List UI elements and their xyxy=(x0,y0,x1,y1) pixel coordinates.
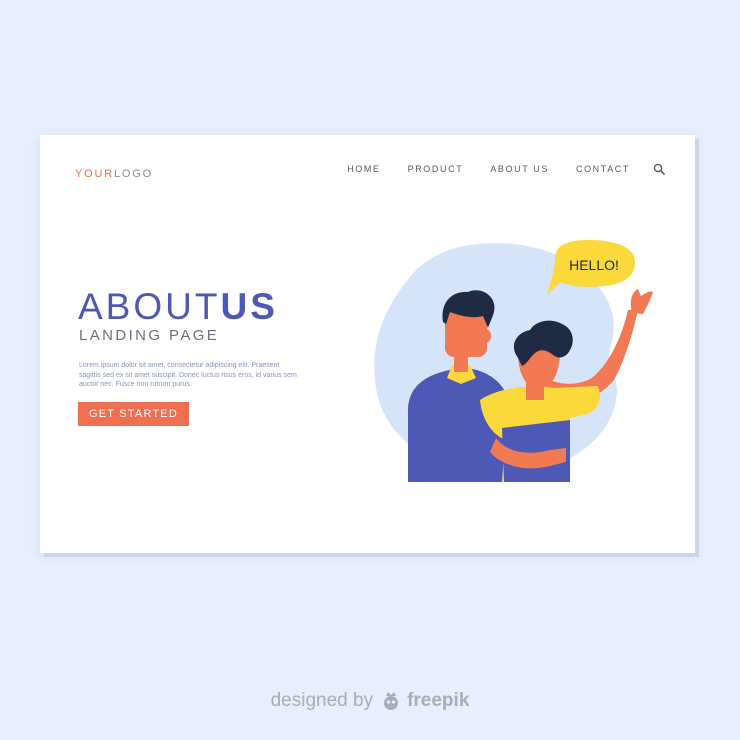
credit-brand[interactable]: freepik xyxy=(407,690,469,712)
logo-part-logo: LOGO xyxy=(113,168,153,180)
landing-page-card: YOURLOGO HOME PRODUCT ABOUT US CONTACT A… xyxy=(40,135,695,553)
hero-description: Lorem ipsum dolor sit amet, consectetur … xyxy=(79,362,297,388)
logo-part-your: YOUR xyxy=(75,168,114,180)
hero-title-about: ABOUT xyxy=(78,286,221,327)
hero-subtitle: LANDING PAGE xyxy=(79,327,220,344)
nav-contact[interactable]: CONTACT xyxy=(576,164,630,174)
speech-bubble-text: HELLO! xyxy=(569,257,619,273)
freepik-logo-icon xyxy=(380,690,402,712)
main-nav: HOME PRODUCT ABOUT US CONTACT xyxy=(320,163,665,175)
nav-about-us[interactable]: ABOUT US xyxy=(490,164,549,174)
credit-prefix: designed by xyxy=(270,690,374,711)
hero-title-us: US xyxy=(220,286,278,327)
get-started-button[interactable]: GET STARTED xyxy=(78,402,189,426)
search-icon[interactable] xyxy=(653,163,665,175)
nav-product[interactable]: PRODUCT xyxy=(408,164,464,174)
hero-title: ABOUTUS xyxy=(78,288,278,325)
designer-credit: designed by freepik xyxy=(0,690,740,712)
site-logo[interactable]: YOURLOGO xyxy=(75,168,153,180)
nav-home[interactable]: HOME xyxy=(347,164,380,174)
about-us-illustration: HELLO! xyxy=(374,240,653,482)
